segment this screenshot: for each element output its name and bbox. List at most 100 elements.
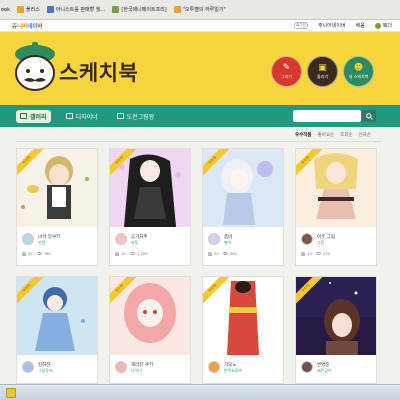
upload-button[interactable]: ▣ 올리기 [307, 56, 338, 87]
top-links: 로그인 주니어네이버 배움 웨더 [286, 22, 392, 29]
avatar[interactable] [301, 361, 313, 373]
avatar[interactable] [208, 233, 220, 245]
artwork-author[interactable]: 반주요정이 [224, 368, 242, 374]
draw-button[interactable]: ✎ 그리기 [271, 56, 302, 87]
top-link-user-label: 웨더 [382, 23, 392, 29]
artwork-thumbnail[interactable]: 우수작 [296, 149, 376, 227]
artwork-card[interactable]: 우수작 좀비 별이 20 382 [202, 148, 284, 266]
search-input[interactable] [293, 110, 361, 122]
sort-likes[interactable]: 좋아요순 [318, 132, 335, 138]
artwork-author[interactable]: 그린 [317, 240, 324, 246]
avatar[interactable] [115, 233, 127, 245]
avatar[interactable] [301, 233, 313, 245]
artwork-card[interactable]: 우수작 기모노 반주요정이 [202, 276, 284, 384]
avatar[interactable] [208, 361, 220, 373]
top-link-user[interactable]: 웨더 [374, 22, 392, 29]
card-info: 공기처추 카투 20 1,209 [110, 227, 190, 265]
sort-views[interactable]: 조회순 [340, 132, 352, 138]
junior-naver-logo[interactable]: 쥬니버네이버 [12, 22, 42, 30]
like-count: 24 [28, 251, 33, 256]
artwork-thumbnail[interactable]: 우수작 [110, 149, 190, 227]
mascot-logo-icon[interactable] [12, 42, 58, 92]
artwork-card[interactable]: 우수작 변명중 혜진공이 [295, 276, 377, 384]
artwork-thumbnail[interactable]: 우수작 [296, 277, 376, 355]
tab-designer[interactable]: 디자이너 [62, 110, 102, 123]
view-count: 270 [322, 251, 331, 256]
divider [16, 141, 381, 142]
card-info: 변명중 혜진공이 [296, 355, 376, 383]
card-stats: 20 382 [208, 251, 237, 256]
like-count: 13 [307, 251, 312, 256]
artwork-thumbnail[interactable]: 우수작 [203, 277, 283, 355]
book-icon: ☻ [353, 63, 364, 73]
artwork-author[interactable]: 혜진공이 [317, 368, 332, 374]
card-info: 기모노 반주요정이 [203, 355, 283, 383]
artwork-card[interactable]: 우수작 이웃 그림 그린 13 270 [295, 148, 377, 266]
view-count: 382 [229, 251, 238, 256]
gallery-icon [20, 113, 27, 119]
login-button[interactable]: 로그인 [293, 22, 308, 29]
card-info: 해라진 쿠키 나이나 [110, 355, 190, 383]
upload-icon: ▣ [318, 63, 327, 73]
folder-icon[interactable] [6, 388, 16, 398]
bookmark-label: ook [1, 6, 11, 13]
tab-challenge-label: 도전그림왕 [126, 113, 155, 121]
upload-button-label: 올리기 [316, 74, 329, 79]
artwork-card[interactable]: 우수작 녀석 앙쿠키 만점 24 781 [16, 148, 98, 266]
sort-featured[interactable]: 우수작품 [295, 132, 312, 138]
eye-icon [129, 252, 135, 255]
star-icon [17, 6, 25, 13]
sort-newest[interactable]: 신규순 [359, 132, 371, 138]
artwork-thumbnail[interactable]: 우수작 [203, 149, 283, 227]
ebay-icon [46, 6, 54, 13]
bookmark-item[interactable]: [한국애니메이트프리] [112, 6, 167, 13]
search-icon [365, 112, 373, 120]
card-info: 이웃 그림 그린 13 270 [296, 227, 376, 265]
eye-icon [222, 252, 228, 255]
site-top-bar: 쥬니버네이버 로그인 주니어네이버 배움 웨더 [0, 20, 400, 32]
designer-icon [65, 113, 73, 119]
artwork-card[interactable]: 우수작 공기처추 카투 20 1,209 [109, 148, 191, 266]
top-link-junior[interactable]: 주니어네이버 [318, 22, 346, 29]
artwork-card[interactable]: 우수작 김하진 그림투지 [16, 276, 98, 384]
like-count: 20 [121, 251, 126, 256]
page-title[interactable]: 스케치북 [59, 57, 138, 87]
tab-gallery-label: 갤러리 [30, 113, 47, 121]
bookmark-item[interactable]: 아니스트를 판매할 월… [46, 6, 106, 13]
artwork-card[interactable]: 우수작 해라진 쿠키 나이나 [109, 276, 191, 384]
tab-gallery[interactable]: 갤러리 [16, 109, 51, 123]
eye-icon [315, 252, 321, 255]
sketchbook-header: 스케치북 ✎ 그리기 ▣ 올리기 ☻ 내 스케치북 [0, 32, 400, 105]
avatar[interactable] [115, 361, 127, 373]
eye-icon [36, 252, 42, 255]
artwork-author[interactable]: 그림투지 [38, 368, 53, 374]
view-count: 781 [43, 251, 52, 256]
bookmark-item[interactable]: ook [1, 7, 10, 13]
heart-icon [22, 251, 26, 256]
my-sketchbook-button[interactable]: ☻ 내 스케치북 [343, 56, 374, 87]
my-sketchbook-label: 내 스케치북 [348, 74, 369, 79]
bookmarks-bar: ook 플러스 아니스트를 판매할 월… [한국애니메이트프리] "오투벨의 하… [0, 0, 400, 20]
artwork-thumbnail[interactable]: 우수작 [110, 277, 190, 355]
artwork-author[interactable]: 나이나 [131, 368, 142, 374]
bookmark-item[interactable]: 플러스 [17, 6, 40, 13]
taskbar [0, 384, 400, 400]
card-stats: 24 781 [22, 251, 51, 256]
bookmark-label: 아니스트를 판매할 월… [55, 7, 106, 13]
artwork-author[interactable]: 만점 [38, 240, 45, 246]
artwork-thumbnail[interactable]: 우수작 [17, 149, 97, 227]
avatar[interactable] [22, 233, 34, 245]
search-button[interactable] [362, 110, 376, 122]
tab-challenge[interactable]: 도전그림왕 [113, 110, 159, 123]
logo-part: 니버 [17, 23, 28, 30]
card-info: 녀석 앙쿠키 만점 24 781 [17, 227, 97, 265]
logo-part: 네이 [27, 23, 38, 30]
bookmark-item[interactable]: "오투벨의 하루일기" [173, 6, 226, 13]
top-link-learn[interactable]: 배움 [356, 22, 365, 29]
heart-icon [115, 251, 119, 256]
avatar[interactable] [22, 361, 34, 373]
artwork-author[interactable]: 카투 [131, 240, 138, 246]
tab-designer-label: 디자이너 [75, 113, 98, 121]
artwork-thumbnail[interactable]: 우수작 [17, 277, 97, 355]
artwork-author[interactable]: 별이 [224, 240, 231, 246]
